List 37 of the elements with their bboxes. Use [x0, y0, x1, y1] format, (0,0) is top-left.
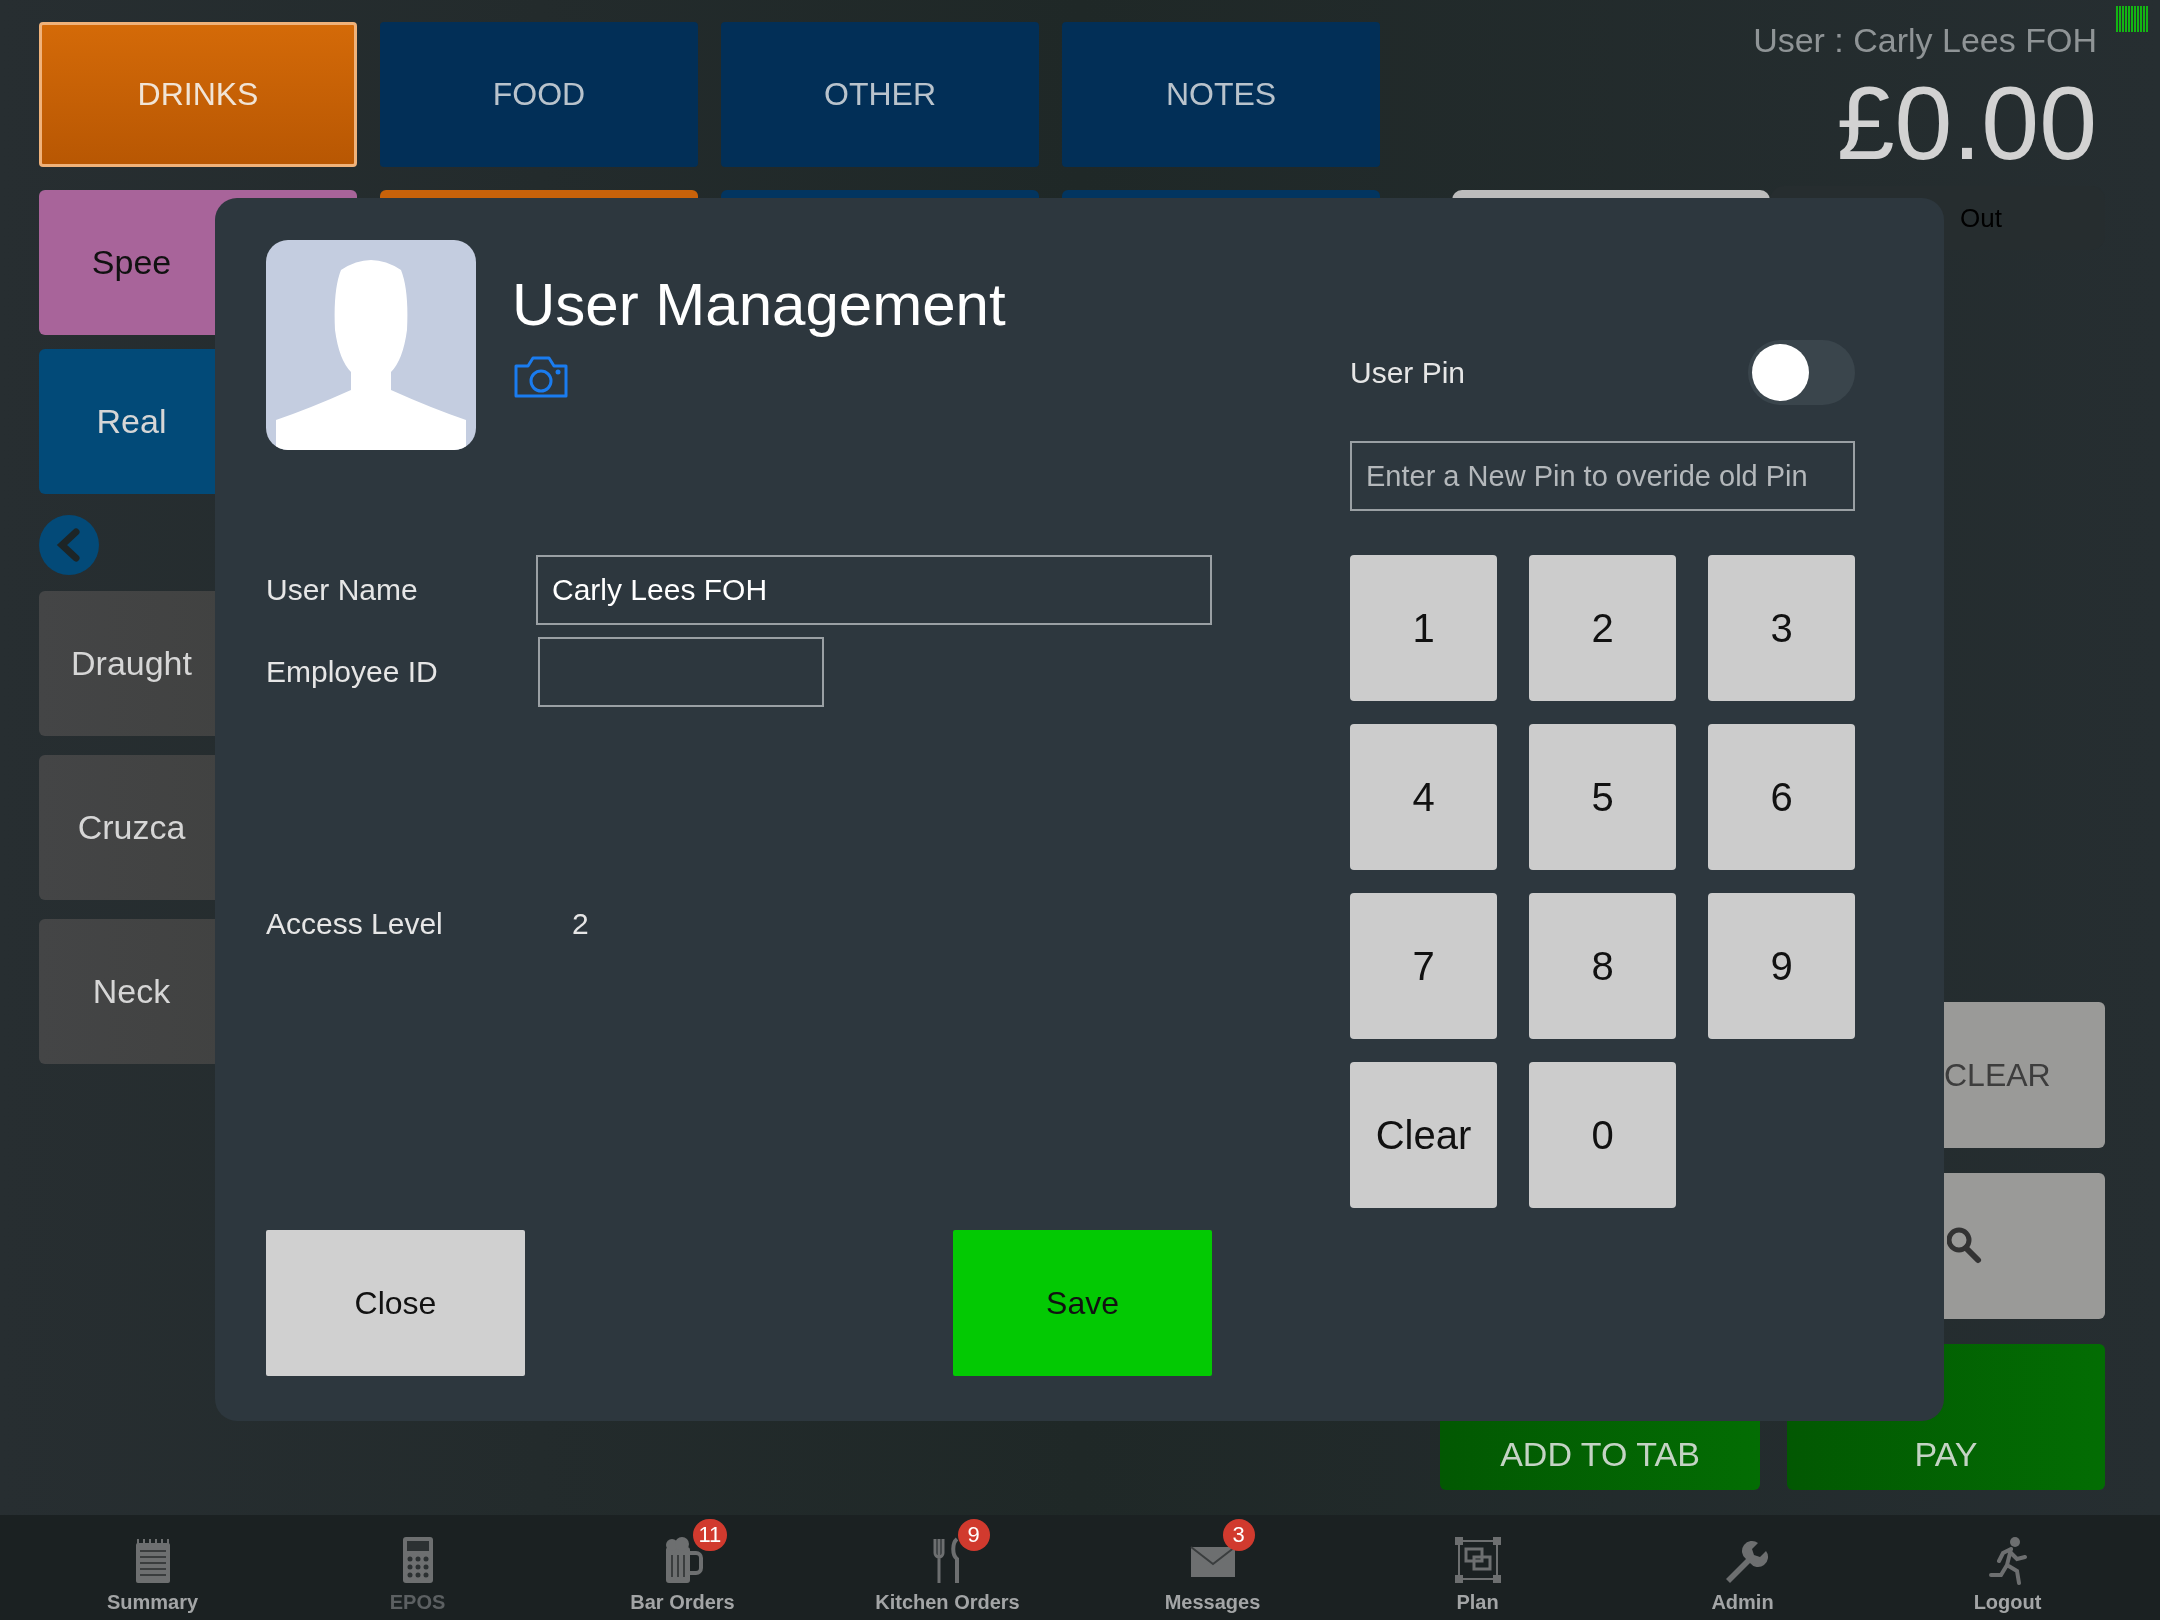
floor-plan-icon — [1452, 1535, 1503, 1585]
category-tab[interactable]: NOTES — [1062, 22, 1380, 167]
access-level-value: 2 — [572, 907, 589, 941]
nav-item[interactable]: Plan — [1345, 1515, 1610, 1620]
text-field[interactable] — [538, 637, 824, 707]
category-tab[interactable]: FOOD — [380, 22, 698, 167]
text-field[interactable]: Carly Lees FOH — [536, 555, 1212, 625]
keypad-key[interactable]: Clear — [1350, 1062, 1497, 1208]
signal-bars-icon — [2116, 6, 2150, 32]
count-badge: 11 — [692, 1519, 728, 1551]
keypad-key[interactable]: 1 — [1350, 555, 1497, 701]
keypad-key[interactable]: 2 — [1529, 555, 1676, 701]
count-badge: 3 — [1222, 1519, 1255, 1551]
keypad-key[interactable]: 8 — [1529, 893, 1676, 1039]
user-label: User : Carly Lees FOH — [1752, 20, 2098, 60]
keypad-key[interactable]: 7 — [1350, 893, 1497, 1039]
keypad-key[interactable]: 0 — [1529, 1062, 1676, 1208]
pin-label: User Pin — [1350, 355, 1466, 390]
pin-field[interactable]: Enter a New Pin to overide old Pin — [1350, 441, 1855, 511]
order-total: £0.00 — [1835, 64, 2098, 183]
save-button[interactable]: Save — [953, 1230, 1212, 1376]
keypad-key[interactable]: 3 — [1708, 555, 1855, 701]
nav-item[interactable]: Logout — [1875, 1515, 2140, 1620]
keypad-key[interactable]: 9 — [1708, 893, 1855, 1039]
category-tab[interactable]: OTHER — [721, 22, 1039, 167]
keypad-key[interactable]: 6 — [1708, 724, 1855, 870]
dialog-title: User Management — [512, 270, 1006, 340]
count-badge: 9 — [957, 1519, 990, 1551]
nav-item[interactable]: Messages 3 — [1080, 1515, 1345, 1620]
keypad-key[interactable]: 5 — [1529, 724, 1676, 870]
keypad-key[interactable]: 4 — [1350, 724, 1497, 870]
camera-icon[interactable] — [512, 354, 570, 400]
nav-item[interactable]: Bar Orders 11 — [550, 1515, 815, 1620]
nav-item[interactable]: Kitchen Orders 9 — [815, 1515, 1080, 1620]
nav-item[interactable]: Admin — [1610, 1515, 1875, 1620]
nav-item[interactable]: Summary — [20, 1515, 285, 1620]
close-button[interactable]: Close — [266, 1230, 525, 1376]
